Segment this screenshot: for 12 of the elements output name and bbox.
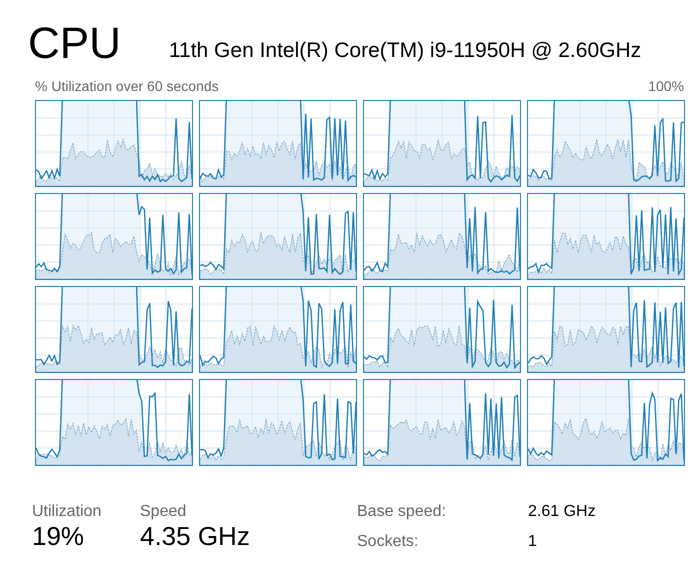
page-title: CPU xyxy=(28,18,121,70)
graph-caption: % Utilization over 60 seconds xyxy=(35,76,219,96)
detail-label: Base speed: xyxy=(357,502,447,522)
detail-value: 1 xyxy=(528,532,537,552)
stat-value: 19% xyxy=(32,522,86,550)
graph-max-label: 100% xyxy=(648,76,684,96)
processor-name: 11th Gen Intel(R) Core(TM) i9-11950H @ 2.60GHz xyxy=(168,38,642,64)
stat-label: Speed xyxy=(140,502,188,522)
stat-label: Utilization xyxy=(32,502,102,522)
detail-label: Sockets: xyxy=(357,532,420,552)
stat-value: 4.35 GHz xyxy=(140,522,251,550)
detail-value: 2.61 GHz xyxy=(528,502,596,522)
